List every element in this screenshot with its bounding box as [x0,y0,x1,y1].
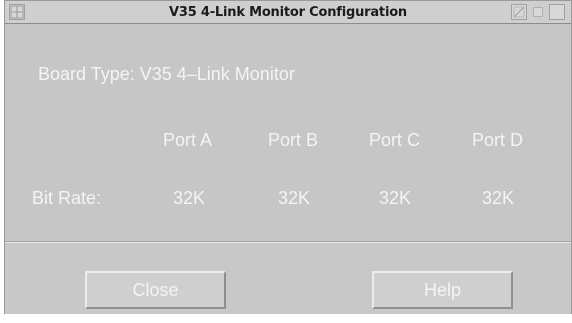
minimize-icon[interactable] [511,4,527,20]
port-d-bit-rate: 32K [482,188,515,208]
port-b-bit-rate: 32K [278,188,311,208]
close-icon[interactable] [549,4,565,20]
help-button[interactable]: Help [372,271,513,309]
window-menu-icon[interactable] [9,4,25,20]
button-bar: Close Help [5,244,571,314]
config-window: V35 4-Link Monitor Configuration Board T… [4,0,572,314]
window-title: V35 4-Link Monitor Configuration [169,4,407,20]
port-a-header: Port A [163,130,213,150]
bit-rate-label: Bit Rate: [32,188,102,208]
port-a-bit-rate: 32K [173,188,206,208]
config-panel: Board Type: V35 4–Link Monitor Port A Po… [5,24,571,242]
port-c-header: Port C [369,130,421,150]
footer-divider [5,241,571,243]
title-bar[interactable]: V35 4-Link Monitor Configuration [5,1,571,24]
board-type-label: Board Type: V35 4–Link Monitor [38,64,295,84]
close-button[interactable]: Close [85,271,226,309]
port-b-header: Port B [268,130,319,150]
restore-icon[interactable] [533,7,543,17]
window-controls [511,4,565,20]
port-c-bit-rate: 32K [379,188,412,208]
port-d-header: Port D [472,130,524,150]
